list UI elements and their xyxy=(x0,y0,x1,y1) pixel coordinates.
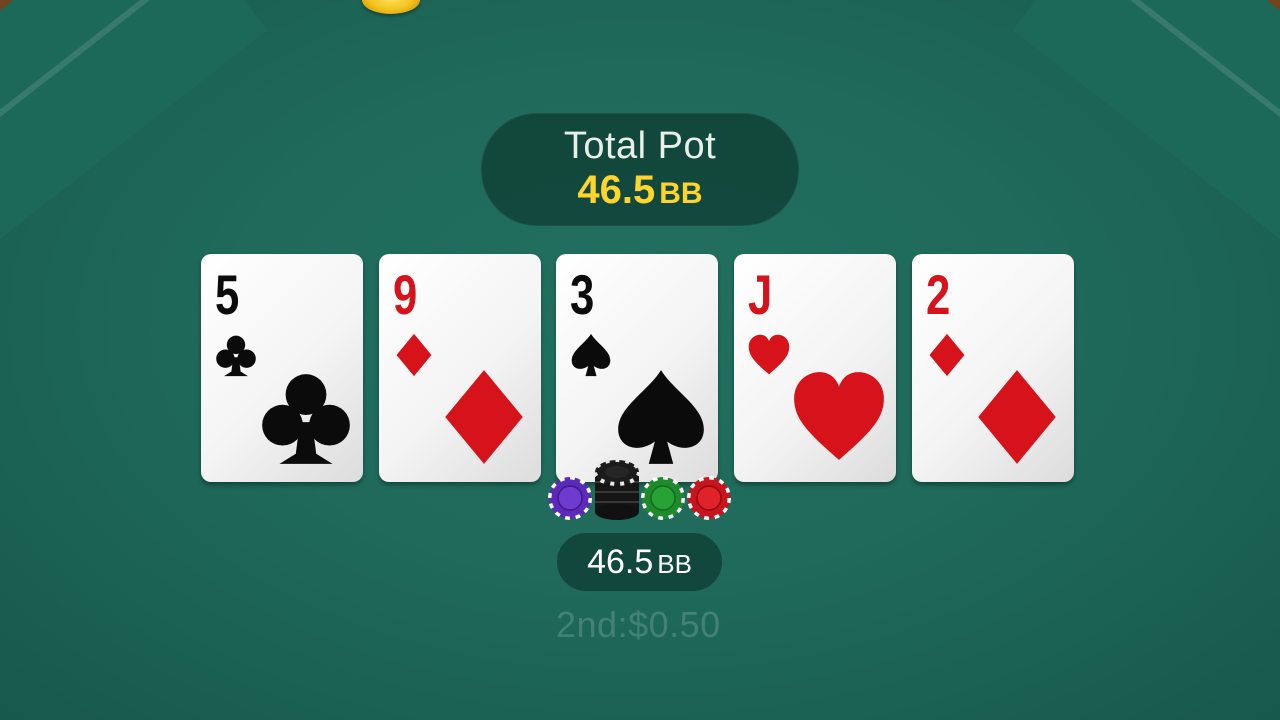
board-card-5: 2 xyxy=(912,254,1074,482)
black-chip-stack-icon xyxy=(594,458,640,520)
spade-icon xyxy=(571,333,611,377)
total-pot-value: 46.5 xyxy=(577,168,656,212)
card-rank: 9 xyxy=(393,263,418,326)
card-rank: 5 xyxy=(215,263,240,326)
club-icon xyxy=(216,335,256,377)
total-pot-amount: 46.5 BB xyxy=(481,168,799,213)
card-rank: 2 xyxy=(926,263,951,326)
card-rank: J xyxy=(748,263,773,326)
diamond-icon xyxy=(929,333,965,377)
total-pot-label: Total Pot xyxy=(563,125,717,167)
bet-value: 46.5 xyxy=(587,543,654,581)
card-rank: 3 xyxy=(570,263,595,326)
heart-icon xyxy=(748,334,790,375)
total-pot-unit: BB xyxy=(659,177,703,210)
pot-chip-pile xyxy=(548,458,738,522)
board-card-1: 5 xyxy=(201,254,363,482)
pot-bet-amount: 46.5 BB xyxy=(557,533,722,591)
total-pot-panel: Total Pot 46.5 BB xyxy=(481,113,799,226)
diamond-icon-large xyxy=(445,370,523,464)
diamond-icon xyxy=(396,333,432,377)
heart-icon-large xyxy=(794,372,884,460)
board-card-2: 9 xyxy=(379,254,541,482)
green-chip-icon xyxy=(641,476,685,520)
diamond-icon-large xyxy=(978,370,1056,464)
purple-chip-icon xyxy=(548,476,592,520)
club-icon-large xyxy=(262,374,350,464)
payout-label: 2nd:$0.50 xyxy=(556,604,721,645)
spade-icon-large xyxy=(618,370,704,464)
board-card-3: 3 xyxy=(556,254,718,482)
board-card-4: J xyxy=(734,254,896,482)
red-chip-icon xyxy=(687,476,731,520)
bet-unit: BB xyxy=(657,549,692,579)
